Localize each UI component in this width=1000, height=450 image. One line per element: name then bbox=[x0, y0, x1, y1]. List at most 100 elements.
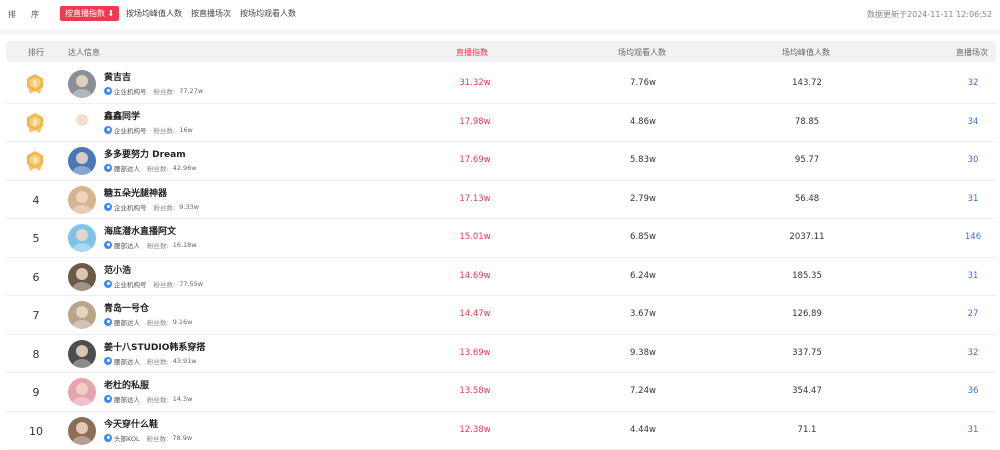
data-update-time: 数据更新于2024-11-11 12:06:52 bbox=[867, 10, 992, 19]
avatar[interactable] bbox=[68, 262, 96, 291]
fans-count: 16w bbox=[179, 125, 193, 134]
avg-peak-value: 78.85 bbox=[794, 116, 820, 127]
influencer-name[interactable]: 今天穿什么鞋 bbox=[104, 417, 158, 430]
fans-count: 43.91w bbox=[172, 356, 197, 365]
avg-peak-value: 126.89 bbox=[792, 309, 822, 319]
rank-medal-icon: 1 bbox=[25, 73, 45, 95]
influencer-name[interactable]: 姜十八STUDIO韩系穿搭 bbox=[104, 340, 205, 353]
sessions-value[interactable]: 146 bbox=[958, 232, 988, 242]
fans-label: 粉丝数: bbox=[153, 280, 176, 289]
verified-badge-icon bbox=[104, 433, 112, 442]
ranking-table: 排行 达人信息 直播指数 场均观看人数 场均峰值人数 直播场次 1 黄吉吉企业机构… bbox=[6, 41, 996, 450]
avatar[interactable] bbox=[68, 301, 96, 329]
sort-label-1: 排 bbox=[8, 10, 16, 19]
influencer-meta: 腰部达人 粉丝数: 9.16w bbox=[104, 317, 193, 327]
table-row[interactable]: 7 青岛一号仓 腰部达人 粉丝数: 9.16w 14.47w 3.67w 126.89 27 bbox=[6, 296, 996, 335]
header-rank: 排行 bbox=[28, 48, 44, 57]
verified-badge-icon bbox=[104, 241, 112, 249]
influencer-tag: 企业机构号 bbox=[114, 203, 147, 212]
sessions-value[interactable]: 32 bbox=[958, 348, 988, 358]
verified-badge-icon bbox=[104, 164, 112, 172]
table-row[interactable]: 8 姜十八STUDIO韩系穿搭 腰部达人 粉丝数: 43.91w 13.69w 9.38w 3… bbox=[6, 335, 996, 373]
influencer-tag: 企业机构号 bbox=[114, 88, 147, 96]
header-avg-peak[interactable]: 场均峰值人数 bbox=[782, 47, 830, 58]
avatar[interactable] bbox=[68, 416, 96, 445]
fans-count: 14.3w bbox=[172, 395, 193, 403]
influencer-name[interactable]: 老杜的私服 bbox=[104, 378, 149, 391]
fans-label: 粉丝数: bbox=[147, 319, 169, 327]
table-row[interactable]: 9 老杜的私服 腰部达人 粉丝数: 14.3w 13.58w 7.24w 354.47 36 bbox=[6, 373, 996, 412]
avatar[interactable] bbox=[68, 224, 96, 252]
avg-viewers-value: 5.83w bbox=[630, 155, 656, 165]
avg-viewers-value: 7.24w bbox=[630, 386, 656, 396]
avatar[interactable] bbox=[68, 378, 96, 406]
fans-count: 9.16w bbox=[172, 318, 193, 326]
rank-number: 5 bbox=[32, 232, 40, 245]
sort-label-2: 序 bbox=[31, 10, 39, 19]
sort-tab-avg-peak[interactable]: 按场均峰值人数 bbox=[126, 6, 182, 21]
sessions-value[interactable]: 30 bbox=[958, 155, 988, 165]
sort-tab-avg-viewers[interactable]: 按场均观看人数 bbox=[240, 6, 296, 21]
rank-medal-icon: 3 bbox=[25, 150, 45, 172]
sessions-value[interactable]: 31 bbox=[958, 425, 988, 435]
header-sessions[interactable]: 直播场次 bbox=[956, 47, 988, 58]
avatar[interactable] bbox=[68, 147, 96, 175]
table-row[interactable]: 10 今天穿什么鞋 头部KOL 粉丝数: 78.9w 12.38w 4.44w 71.1 31 bbox=[6, 412, 996, 450]
influencer-name[interactable]: 多多要努力 Dream bbox=[104, 147, 186, 160]
table-row[interactable]: 5 海底潜水直播阿文 腰部达人 粉丝数: 16.18w 15.01w 6.85w 2037.1… bbox=[6, 219, 996, 258]
table-row[interactable]: 6 范小浩 企业机构号 粉丝数: 77.55w 14.69w 6.24w 185.35 31 bbox=[6, 258, 996, 296]
sessions-value[interactable]: 32 bbox=[958, 78, 988, 88]
avg-viewers-value: 4.86w bbox=[630, 116, 656, 127]
avatar[interactable] bbox=[68, 70, 96, 98]
avg-peak-value: 337.75 bbox=[792, 347, 822, 358]
influencer-name[interactable]: 鑫鑫同学 bbox=[104, 109, 140, 122]
avatar[interactable] bbox=[68, 339, 96, 368]
header-avg-viewers[interactable]: 场均观看人数 bbox=[618, 47, 666, 58]
heat-index-value: 17.69w bbox=[459, 155, 491, 165]
table-row[interactable]: 4 糖五朵光腿神器 企业机构号 粉丝数: 9.33w 17.13w 2.79w 56.48 31 bbox=[6, 181, 996, 219]
avg-viewers-value: 2.79w bbox=[630, 193, 656, 204]
table-row[interactable]: 1 黄吉吉 企业机构号 粉丝数: 77.27w 31.32w 7.76w 143.72 32 bbox=[6, 65, 996, 104]
avg-peak-value: 56.48 bbox=[794, 193, 820, 204]
influencer-meta: 企业机构号 粉丝数: 77.27w bbox=[104, 86, 203, 96]
heat-index-value: 17.13w bbox=[459, 193, 491, 204]
influencer-tag: 企业机构号 bbox=[114, 280, 147, 289]
svg-text:3: 3 bbox=[33, 158, 37, 165]
avg-viewers-value: 9.38w bbox=[630, 347, 656, 358]
influencer-meta: 企业机构号 粉丝数: 9.33w bbox=[104, 202, 199, 212]
sessions-value[interactable]: 34 bbox=[958, 117, 988, 127]
avatar[interactable] bbox=[68, 185, 96, 214]
influencer-name[interactable]: 黄吉吉 bbox=[104, 70, 131, 83]
fans-count: 42.96w bbox=[172, 164, 197, 172]
svg-text:1: 1 bbox=[33, 81, 37, 88]
influencer-name[interactable]: 青岛一号仓 bbox=[104, 301, 149, 314]
table-row[interactable]: 2 鑫鑫同学 企业机构号 粉丝数: 16w 17.98w 4.86w 78.85 34 bbox=[6, 104, 996, 142]
influencer-meta: 腰部达人 粉丝数: 42.96w bbox=[104, 163, 197, 173]
sessions-value[interactable]: 31 bbox=[958, 194, 988, 204]
avg-peak-value: 71.1 bbox=[797, 424, 817, 435]
sessions-value[interactable]: 27 bbox=[958, 309, 988, 319]
heat-index-value: 31.32w bbox=[459, 78, 491, 88]
influencer-name[interactable]: 糖五朵光腿神器 bbox=[104, 186, 167, 199]
fans-count: 77.27w bbox=[179, 87, 204, 95]
influencer-tag: 企业机构号 bbox=[114, 126, 147, 135]
avatar[interactable] bbox=[68, 108, 96, 137]
sort-tab-heat-index[interactable]: 按直播指数 ⬇ bbox=[60, 6, 120, 21]
avg-peak-value: 2037.11 bbox=[789, 232, 825, 242]
avg-peak-value: 354.47 bbox=[792, 386, 822, 396]
influencer-name[interactable]: 海底潜水直播阿文 bbox=[104, 224, 176, 237]
rank-number: 8 bbox=[32, 347, 40, 361]
sort-tab-sessions[interactable]: 按直播场次 bbox=[191, 6, 231, 21]
influencer-name[interactable]: 范小浩 bbox=[104, 263, 131, 276]
rank-medal-icon: 2 bbox=[25, 112, 45, 134]
divider bbox=[0, 29, 1000, 35]
avg-viewers-value: 3.67w bbox=[630, 309, 656, 319]
sessions-value[interactable]: 31 bbox=[958, 271, 988, 281]
table-header: 排行 达人信息 直播指数 场均观看人数 场均峰值人数 直播场次 bbox=[6, 41, 996, 62]
verified-badge-icon bbox=[104, 125, 112, 134]
table-row[interactable]: 3 多多要努力 Dream 腰部达人 粉丝数: 42.96w 17.69w 5.83w 95.… bbox=[6, 142, 996, 181]
header-heat-index[interactable]: 直播指数 bbox=[456, 47, 488, 58]
sessions-value[interactable]: 36 bbox=[958, 386, 988, 396]
fans-label: 粉丝数: bbox=[147, 357, 169, 366]
fans-label: 粉丝数: bbox=[146, 434, 169, 443]
